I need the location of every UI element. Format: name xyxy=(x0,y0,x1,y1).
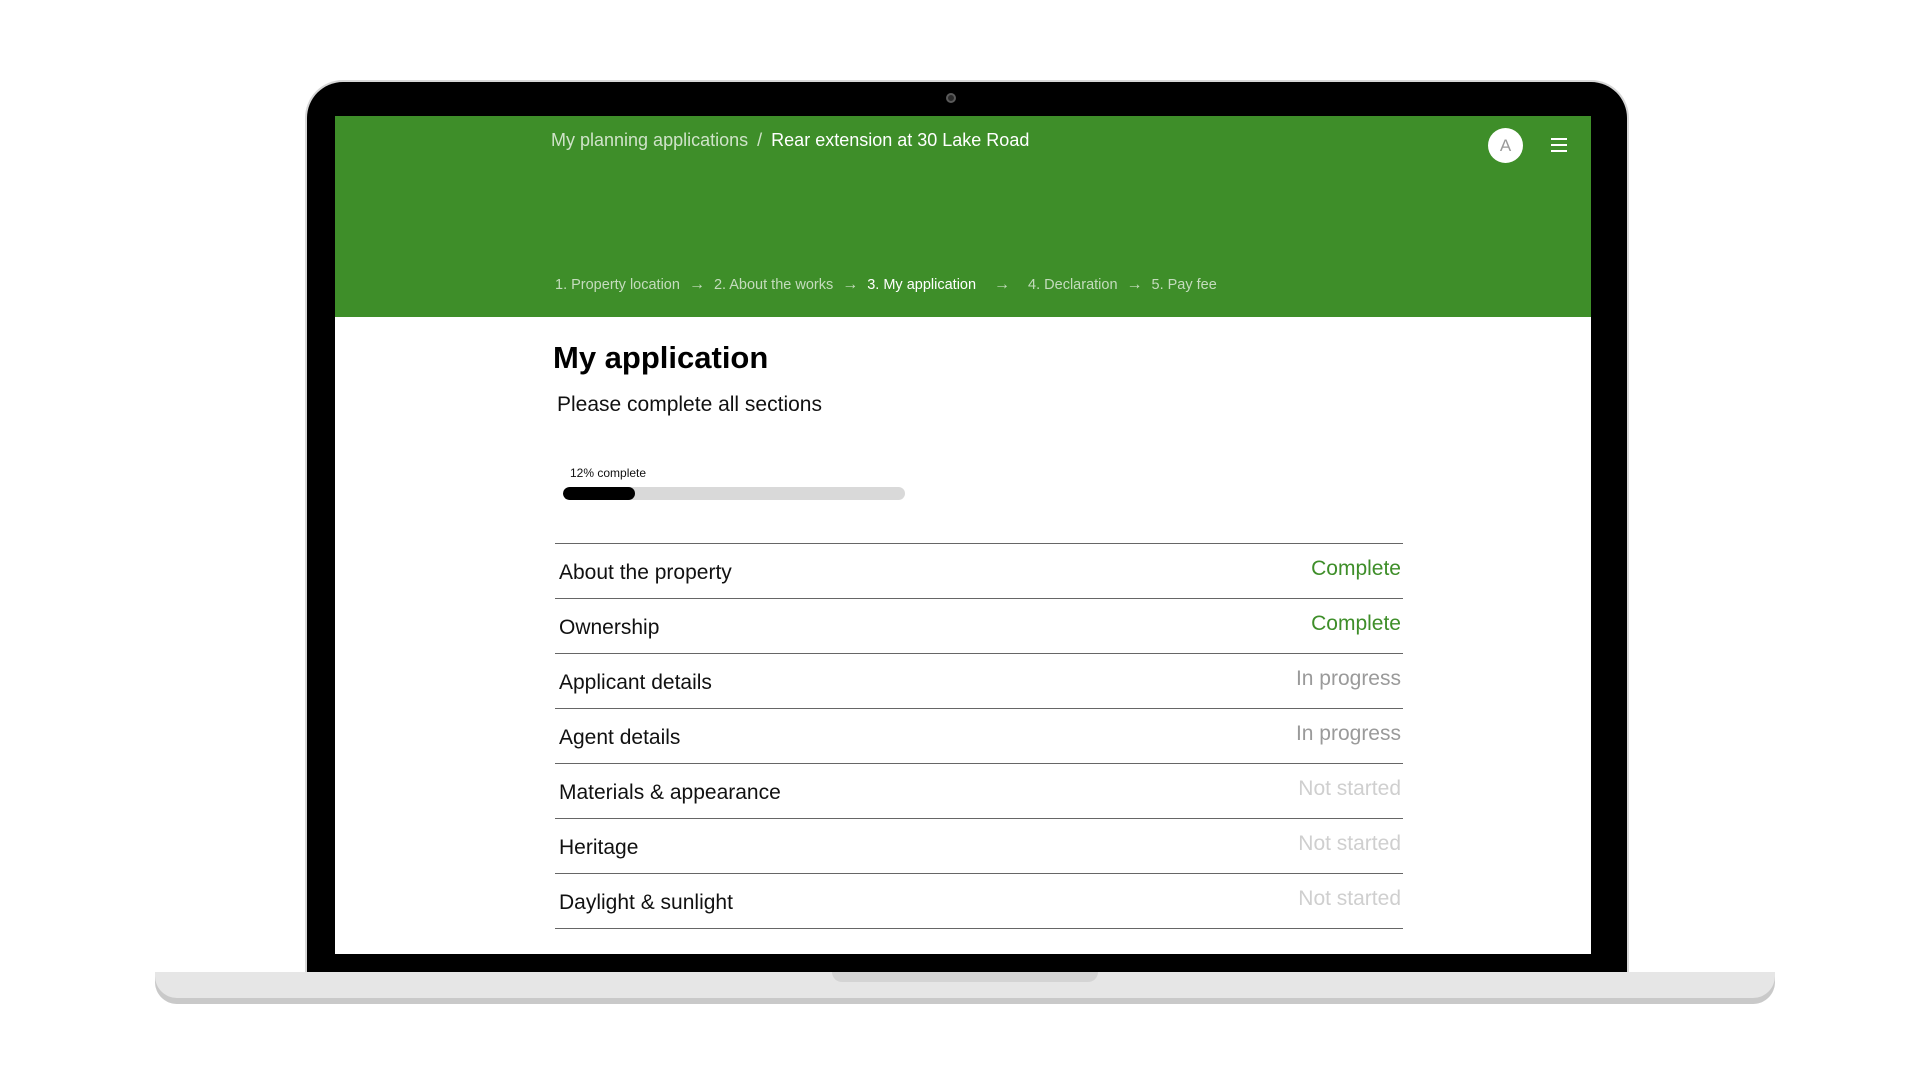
section-name: Ownership xyxy=(559,616,660,639)
step-progress-nav: 1. Property location → 2. About the work… xyxy=(555,276,1217,294)
page-subtitle: Please complete all sections xyxy=(557,393,822,416)
step-declaration[interactable]: 4. Declaration xyxy=(1028,277,1117,293)
breadcrumb-link-applications[interactable]: My planning applications xyxy=(551,130,748,150)
breadcrumb-current: Rear extension at 30 Lake Road xyxy=(771,130,1030,150)
section-name: Applicant details xyxy=(559,671,712,694)
section-status: Complete xyxy=(1311,612,1401,635)
section-row[interactable]: Heritage Not started xyxy=(555,819,1403,874)
progress-bar-fill xyxy=(563,487,635,500)
step-property-location[interactable]: 1. Property location xyxy=(555,277,680,293)
menu-bar xyxy=(1551,150,1567,152)
app-screen: My planning applications / Rear extensio… xyxy=(335,116,1591,954)
hamburger-menu-icon[interactable] xyxy=(1551,138,1567,152)
arrow-right-icon: → xyxy=(1126,276,1143,293)
section-row[interactable]: Agent details In progress xyxy=(555,709,1403,764)
breadcrumb: My planning applications / Rear extensio… xyxy=(551,130,1029,151)
section-status: Complete xyxy=(1311,557,1401,580)
section-row[interactable]: Ownership Complete xyxy=(555,599,1403,654)
laptop-mockup: My planning applications / Rear extensio… xyxy=(0,0,1920,1080)
section-list: About the property Complete Ownership Compl… xyxy=(555,543,1403,929)
page-title: My application xyxy=(553,340,769,375)
camera-icon xyxy=(946,93,956,103)
laptop-notch xyxy=(832,972,1098,982)
avatar[interactable]: A xyxy=(1488,128,1523,163)
progress-label: 12% complete xyxy=(570,466,647,480)
section-status: Not started xyxy=(1298,832,1401,855)
section-name: Agent details xyxy=(559,726,681,749)
section-status: In progress xyxy=(1295,667,1401,690)
arrow-right-icon: → xyxy=(688,276,705,293)
section-name: Materials & appearance xyxy=(559,781,781,804)
progress-bar xyxy=(563,487,905,500)
section-row[interactable]: About the property Complete xyxy=(555,544,1403,599)
section-status: Not started xyxy=(1298,777,1401,800)
menu-bar xyxy=(1551,144,1567,146)
menu-bar xyxy=(1551,138,1567,140)
breadcrumb-separator: / xyxy=(757,130,763,150)
section-status: In progress xyxy=(1295,722,1401,745)
section-status: Not started xyxy=(1298,887,1401,910)
section-name: Daylight & sunlight xyxy=(559,891,733,914)
arrow-right-icon: → xyxy=(994,276,1011,293)
section-row[interactable]: Daylight & sunlight Not started xyxy=(555,874,1403,929)
step-about-the-works[interactable]: 2. About the works xyxy=(714,277,833,293)
arrow-right-icon: → xyxy=(842,276,859,293)
section-name: About the property xyxy=(559,561,732,584)
section-row[interactable]: Applicant details In progress xyxy=(555,654,1403,709)
step-my-application[interactable]: 3. My application xyxy=(867,277,976,293)
section-name: Heritage xyxy=(559,836,639,859)
step-pay-fee[interactable]: 5. Pay fee xyxy=(1152,277,1217,293)
app-header: My planning applications / Rear extensio… xyxy=(335,116,1591,317)
section-row[interactable]: Materials & appearance Not started xyxy=(555,764,1403,819)
